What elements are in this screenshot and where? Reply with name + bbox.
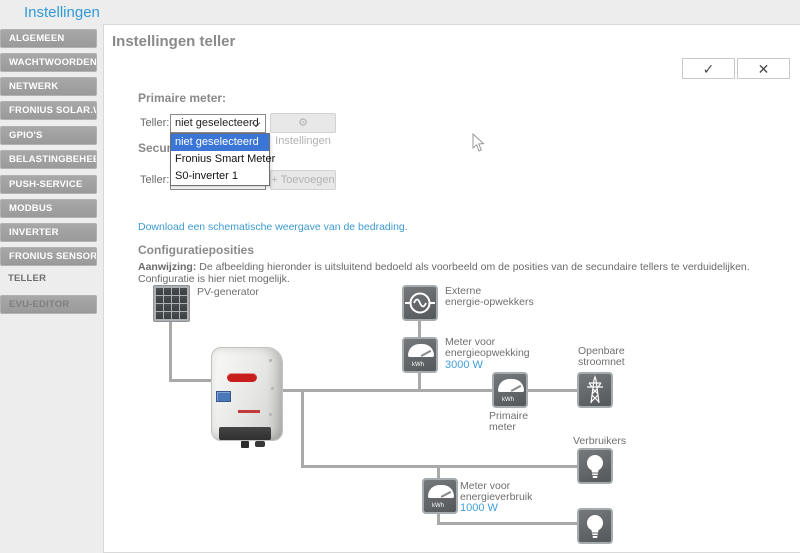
dropdown-option-s0-inverter[interactable]: S0-inverter 1 [171,168,269,185]
consumption-meter-value: 1000 W [460,502,498,514]
sidebar-item-modbus[interactable]: MODBUS [0,199,97,218]
wire-pv-down [169,322,172,382]
external-generators-label: Externe energie-opwekkers [445,285,534,308]
sidebar-item-gpios[interactable]: GPIO'S [0,126,97,145]
config-note-text: De afbeelding hieronder is uitsluitend b… [138,261,750,285]
gauge-face [428,485,454,498]
config-note: Aanwijzing: De afbeelding hieronder is u… [138,261,790,285]
generation-meter-icon: kWh [402,337,438,373]
inverter-connector-panel [219,427,271,440]
primary-meter-select-value: niet geselecteerd [175,117,259,129]
generation-meter-label: Meter voor energieopwekking [445,336,530,359]
sidebar-item-evu-editor[interactable]: EVU-EDITOR [0,295,97,314]
page-title: Instellingen [24,4,100,21]
checkmark-icon: ✓ [702,61,715,77]
secondary-teller-label: Teller: [140,174,170,186]
inverter-model-text [238,410,260,413]
add-button-label: Toevoegen [280,174,335,186]
inverter-plug [241,441,249,448]
power-grid-tower-icon [577,372,613,408]
content-title: Instellingen teller [112,33,236,50]
fronius-logo [227,373,257,382]
gear-icon: ⚙ [298,117,308,129]
consumers-label: Verbruikers [573,435,627,447]
consumer-bulb-icon-2 [577,508,613,544]
wiring-diagram-link[interactable]: Download een schematische weergave van d… [138,221,408,233]
cancel-button[interactable]: ✕ [737,58,790,79]
teller-dropdown-list: niet geselecteerd Fronius Smart Meter S0… [170,133,275,186]
consumption-meter-icon: kWh [422,478,458,514]
mouse-cursor [472,132,486,158]
close-icon: ✕ [757,61,770,77]
wire-pv-to-inverter [169,379,217,382]
sidebar-item-wachtwoorden[interactable]: WACHTWOORDEN [0,53,97,72]
fronius-inverter-image [211,347,285,449]
consumer-bulb-icon [577,448,613,484]
sidebar-item-algemeen[interactable]: ALGEMEEN [0,29,97,48]
wire-junction-down [301,390,304,468]
kwh-label: kWh [502,397,514,403]
pv-generator-label: PV-generator [197,286,259,298]
gauge-face [408,344,434,357]
confirm-button[interactable]: ✓ [682,58,735,79]
primary-meter-select[interactable]: niet geselecteerd [170,114,266,133]
gauge-face [498,379,524,392]
add-button[interactable]: + Toevoegen [270,170,336,190]
inverter-display [216,391,231,402]
primary-teller-label: Teller: [140,117,170,129]
sidebar-item-netwerk[interactable]: NETWERK [0,77,97,96]
dropdown-option-fronius-smart-meter[interactable]: Fronius Smart Meter [171,151,275,168]
inverter-plug [255,441,265,447]
primary-meter-heading: Primaire meter: [138,91,227,105]
kwh-label: kWh [412,362,424,368]
config-positions-heading: Configuratieposities [138,243,255,257]
wire-main-bus [278,389,494,392]
plus-icon: + [271,174,278,186]
pv-panel-icon [153,285,190,322]
settings-button[interactable]: ⚙ Instellingen [270,113,336,147]
sidebar-item-fronius-sensor-cards[interactable]: FRONIUS SENSOR CARDS [0,247,97,266]
primary-meter-label: Primaire meter [489,410,529,433]
wire-to-second-consumer [437,522,579,525]
sidebar-item-inverter[interactable]: INVERTER [0,223,97,242]
sidebar-item-belastingbeheer[interactable]: BELASTINGBEHEER [0,150,97,169]
kwh-label: kWh [432,503,444,509]
settings-button-label: Instellingen [275,135,331,147]
sidebar-item-teller-active[interactable]: TELLER [8,273,46,284]
sidebar-item-fronius-solar-web[interactable]: FRONIUS SOLAR.WEB [0,101,97,120]
dropdown-option-niet-geselecteerd[interactable]: niet geselecteerd [171,134,269,151]
wire-meter-to-grid [525,389,579,392]
ac-source-icon [402,285,438,321]
wire-lower-bus [301,465,579,468]
generation-meter-value: 3000 W [445,359,483,371]
sidebar-item-push-service[interactable]: PUSH-SERVICE [0,175,97,194]
consumption-meter-label: Meter voor energieverbruik [460,480,533,503]
config-note-label: Aanwijzing: [138,261,197,273]
public-grid-label: Openbare stroomnet [578,345,625,368]
primary-meter-icon: kWh [492,372,528,408]
